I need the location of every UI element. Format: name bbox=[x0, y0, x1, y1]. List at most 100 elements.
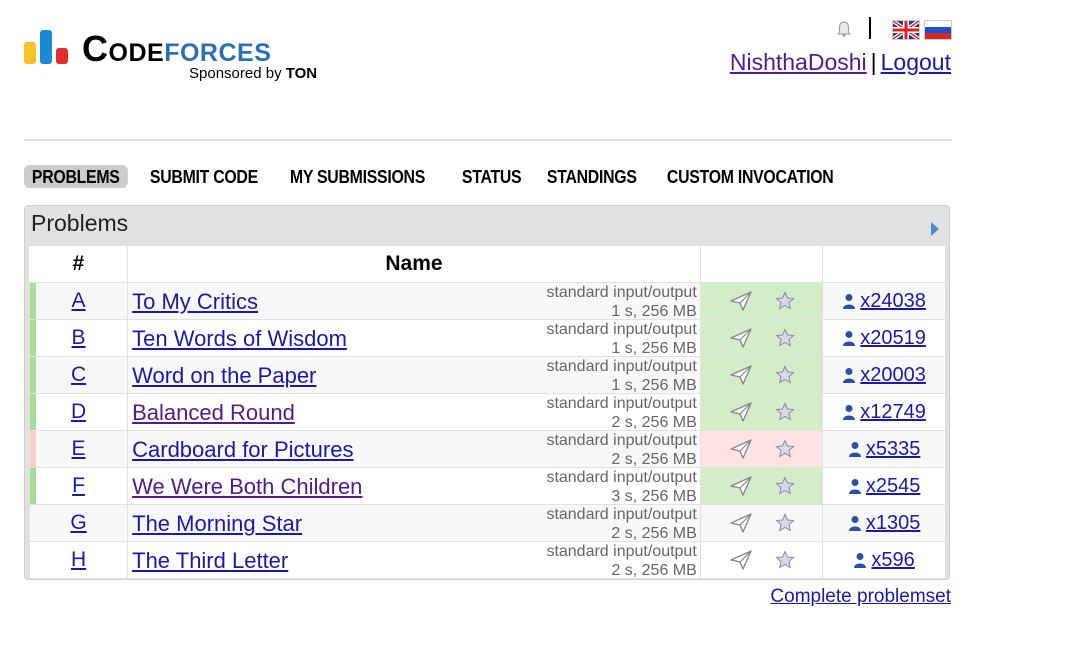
problem-name-link[interactable]: Word on the Paper bbox=[132, 363, 316, 389]
problem-name-link[interactable]: The Third Letter bbox=[132, 548, 288, 574]
problem-index-link[interactable]: B bbox=[72, 326, 86, 349]
solved-count-link[interactable]: x12749 bbox=[860, 401, 926, 423]
submit-icon[interactable] bbox=[729, 512, 753, 534]
nav-my-submissions[interactable]: MY SUBMISSIONS bbox=[282, 165, 433, 188]
bell-icon[interactable] bbox=[834, 19, 854, 39]
solved-count-link[interactable]: x5335 bbox=[866, 438, 921, 460]
user-icon bbox=[843, 367, 856, 383]
problem-time-memory: 2 s, 256 MB bbox=[611, 525, 697, 542]
user-icon bbox=[848, 441, 861, 457]
star-icon[interactable] bbox=[775, 550, 795, 570]
problem-index-cell: D bbox=[28, 393, 128, 431]
solved-count-link[interactable]: x20519 bbox=[860, 327, 926, 349]
problem-index-link[interactable]: A bbox=[72, 289, 86, 312]
problem-io: standard input/output bbox=[546, 506, 697, 523]
submit-icon[interactable] bbox=[729, 401, 753, 423]
problem-name-link[interactable]: Balanced Round bbox=[132, 400, 295, 426]
star-icon[interactable] bbox=[775, 365, 795, 385]
star-icon[interactable] bbox=[775, 439, 795, 459]
solved-count-link[interactable]: x24038 bbox=[860, 290, 926, 312]
codeforces-logo[interactable]: Codeforces Sponsored by TON bbox=[24, 28, 344, 84]
problem-actions-cell bbox=[699, 541, 823, 578]
problem-name-link[interactable]: We Were Both Children bbox=[132, 474, 362, 500]
star-icon[interactable] bbox=[775, 291, 795, 311]
solved-count-link[interactable]: x1305 bbox=[866, 512, 921, 534]
user-icon bbox=[848, 478, 861, 494]
problem-index-link[interactable]: E bbox=[72, 437, 86, 460]
problem-time-memory: 3 s, 256 MB bbox=[611, 488, 697, 505]
username-link[interactable]: NishthaDoshi bbox=[730, 49, 867, 75]
solved-count-cell: x596 bbox=[822, 541, 945, 578]
problem-index-cell: H bbox=[28, 541, 128, 578]
english-flag-icon[interactable] bbox=[892, 20, 920, 40]
nav-problems[interactable]: PROBLEMS bbox=[24, 165, 128, 188]
header-name: Name bbox=[127, 246, 701, 283]
submit-icon[interactable] bbox=[729, 549, 753, 571]
status-marker bbox=[30, 283, 36, 319]
problem-index-link[interactable]: C bbox=[71, 363, 86, 386]
submit-icon[interactable] bbox=[729, 327, 753, 349]
problem-name-link[interactable]: The Morning Star bbox=[132, 511, 302, 537]
russian-flag-icon[interactable] bbox=[924, 20, 952, 40]
problem-name-cell: We Were Both Children standard input/outp… bbox=[127, 467, 701, 505]
problem-io: standard input/output bbox=[546, 432, 697, 449]
problem-limits: standard input/output 1 s, 256 MB bbox=[546, 357, 696, 395]
header-solved bbox=[822, 246, 945, 283]
problem-index-link[interactable]: H bbox=[71, 548, 86, 571]
submit-icon[interactable] bbox=[729, 290, 753, 312]
expand-arrow-icon[interactable] bbox=[931, 222, 939, 236]
problem-name-cell: Ten Words of Wisdom standard input/output… bbox=[127, 319, 701, 357]
problem-time-memory: 2 s, 256 MB bbox=[611, 414, 697, 431]
star-icon[interactable] bbox=[775, 402, 795, 422]
solved-count-cell: x20519 bbox=[822, 319, 945, 357]
problem-name-cell: The Third Letter standard input/output 2 s… bbox=[127, 541, 701, 579]
problem-io: standard input/output bbox=[546, 469, 697, 486]
status-marker bbox=[30, 320, 36, 356]
user-links: NishthaDoshi | Logout bbox=[730, 49, 951, 76]
logo-bars-icon bbox=[24, 28, 72, 64]
nav-standings[interactable]: STANDINGS bbox=[539, 165, 645, 188]
logout-link[interactable]: Logout bbox=[881, 49, 951, 75]
solved-count-link[interactable]: x20003 bbox=[860, 364, 926, 386]
logo-wordmark: Codeforces bbox=[82, 28, 272, 69]
problem-index-link[interactable]: D bbox=[71, 400, 86, 423]
nav-submit-code[interactable]: SUBMIT CODE bbox=[142, 165, 266, 188]
solved-count-cell: x5335 bbox=[822, 430, 945, 468]
problem-time-memory: 1 s, 256 MB bbox=[611, 377, 697, 394]
submit-icon[interactable] bbox=[729, 364, 753, 386]
problem-index-cell: G bbox=[28, 504, 128, 542]
star-icon[interactable] bbox=[775, 328, 795, 348]
star-icon[interactable] bbox=[775, 513, 795, 533]
problem-actions-cell bbox=[699, 356, 823, 394]
problem-limits: standard input/output 2 s, 256 MB bbox=[546, 505, 696, 543]
problem-actions-cell bbox=[699, 319, 823, 357]
user-icon bbox=[848, 515, 861, 531]
problem-index-cell: A bbox=[28, 282, 128, 320]
problem-name-link[interactable]: To My Critics bbox=[132, 289, 258, 315]
solved-count-cell: x1305 bbox=[822, 504, 945, 542]
submit-icon[interactable] bbox=[729, 438, 753, 460]
problem-index-link[interactable]: G bbox=[70, 511, 86, 534]
problem-limits: standard input/output 2 s, 256 MB bbox=[546, 431, 696, 469]
logo-sponsor: Sponsored by TON bbox=[189, 65, 318, 82]
problem-io: standard input/output bbox=[546, 543, 697, 560]
problem-index-link[interactable]: F bbox=[72, 474, 85, 497]
problem-name-link[interactable]: Cardboard for Pictures bbox=[132, 437, 353, 463]
solved-count-link[interactable]: x596 bbox=[871, 549, 914, 571]
problem-actions-cell bbox=[699, 430, 823, 468]
table-row: D Balanced Round standard input/output 2 s,… bbox=[28, 393, 945, 431]
complete-problemset-link[interactable]: Complete problemset bbox=[770, 586, 951, 608]
nav-status[interactable]: STATUS bbox=[454, 165, 529, 188]
star-icon[interactable] bbox=[775, 476, 795, 496]
user-icon bbox=[854, 552, 867, 568]
submit-icon[interactable] bbox=[729, 475, 753, 497]
table-row: C Word on the Paper standard input/output 1… bbox=[28, 356, 945, 395]
table-row: F We Were Both Children standard input/out… bbox=[28, 467, 945, 505]
problem-index-cell: F bbox=[28, 467, 128, 505]
problems-box-title: Problems bbox=[31, 210, 129, 236]
table-row: H The Third Letter standard input/output 2 … bbox=[28, 541, 945, 579]
problem-name-link[interactable]: Ten Words of Wisdom bbox=[132, 326, 347, 352]
solved-count-link[interactable]: x2545 bbox=[866, 475, 921, 497]
solved-count-cell: x24038 bbox=[822, 282, 945, 320]
nav-custom-invocation[interactable]: CUSTOM INVOCATION bbox=[659, 165, 841, 188]
